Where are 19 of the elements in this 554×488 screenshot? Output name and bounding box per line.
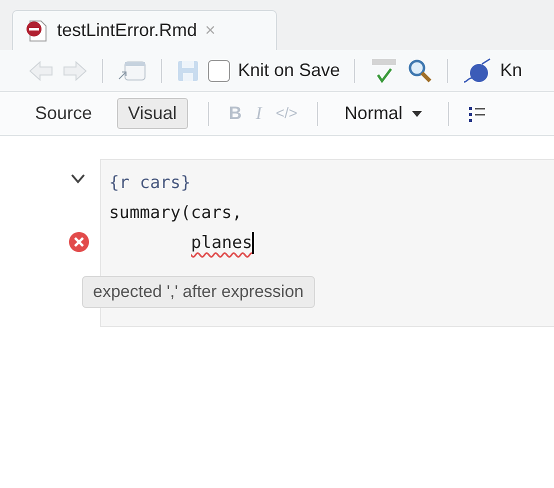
style-dropdown[interactable]: Normal <box>338 102 428 125</box>
mode-tab[interactable]: Source <box>24 98 104 129</box>
search-icon[interactable] <box>407 58 434 84</box>
rmd-file-icon <box>25 18 49 42</box>
window-icon[interactable] <box>117 58 147 82</box>
error-tooltip: expected ',' after expression <box>82 276 315 308</box>
code-line: summary(cars, <box>109 203 242 223</box>
knit-on-save-checkbox[interactable] <box>208 60 230 82</box>
chunk-header: {r cars} <box>109 172 192 195</box>
knit-on-save-label: Knit on Save <box>238 60 340 81</box>
text-cursor <box>252 232 254 254</box>
editor-tab[interactable]: testLintError.Rmd × <box>12 10 277 50</box>
code-line: planes <box>191 232 252 255</box>
mode-tab[interactable]: Visual <box>117 98 188 129</box>
caret-icon <box>412 110 422 116</box>
yarn-ball-icon[interactable] <box>462 58 492 84</box>
chevron-down-icon[interactable] <box>70 173 86 185</box>
tab-title: testLintError.Rmd <box>57 20 198 41</box>
knit-label[interactable]: Kn <box>500 60 522 81</box>
